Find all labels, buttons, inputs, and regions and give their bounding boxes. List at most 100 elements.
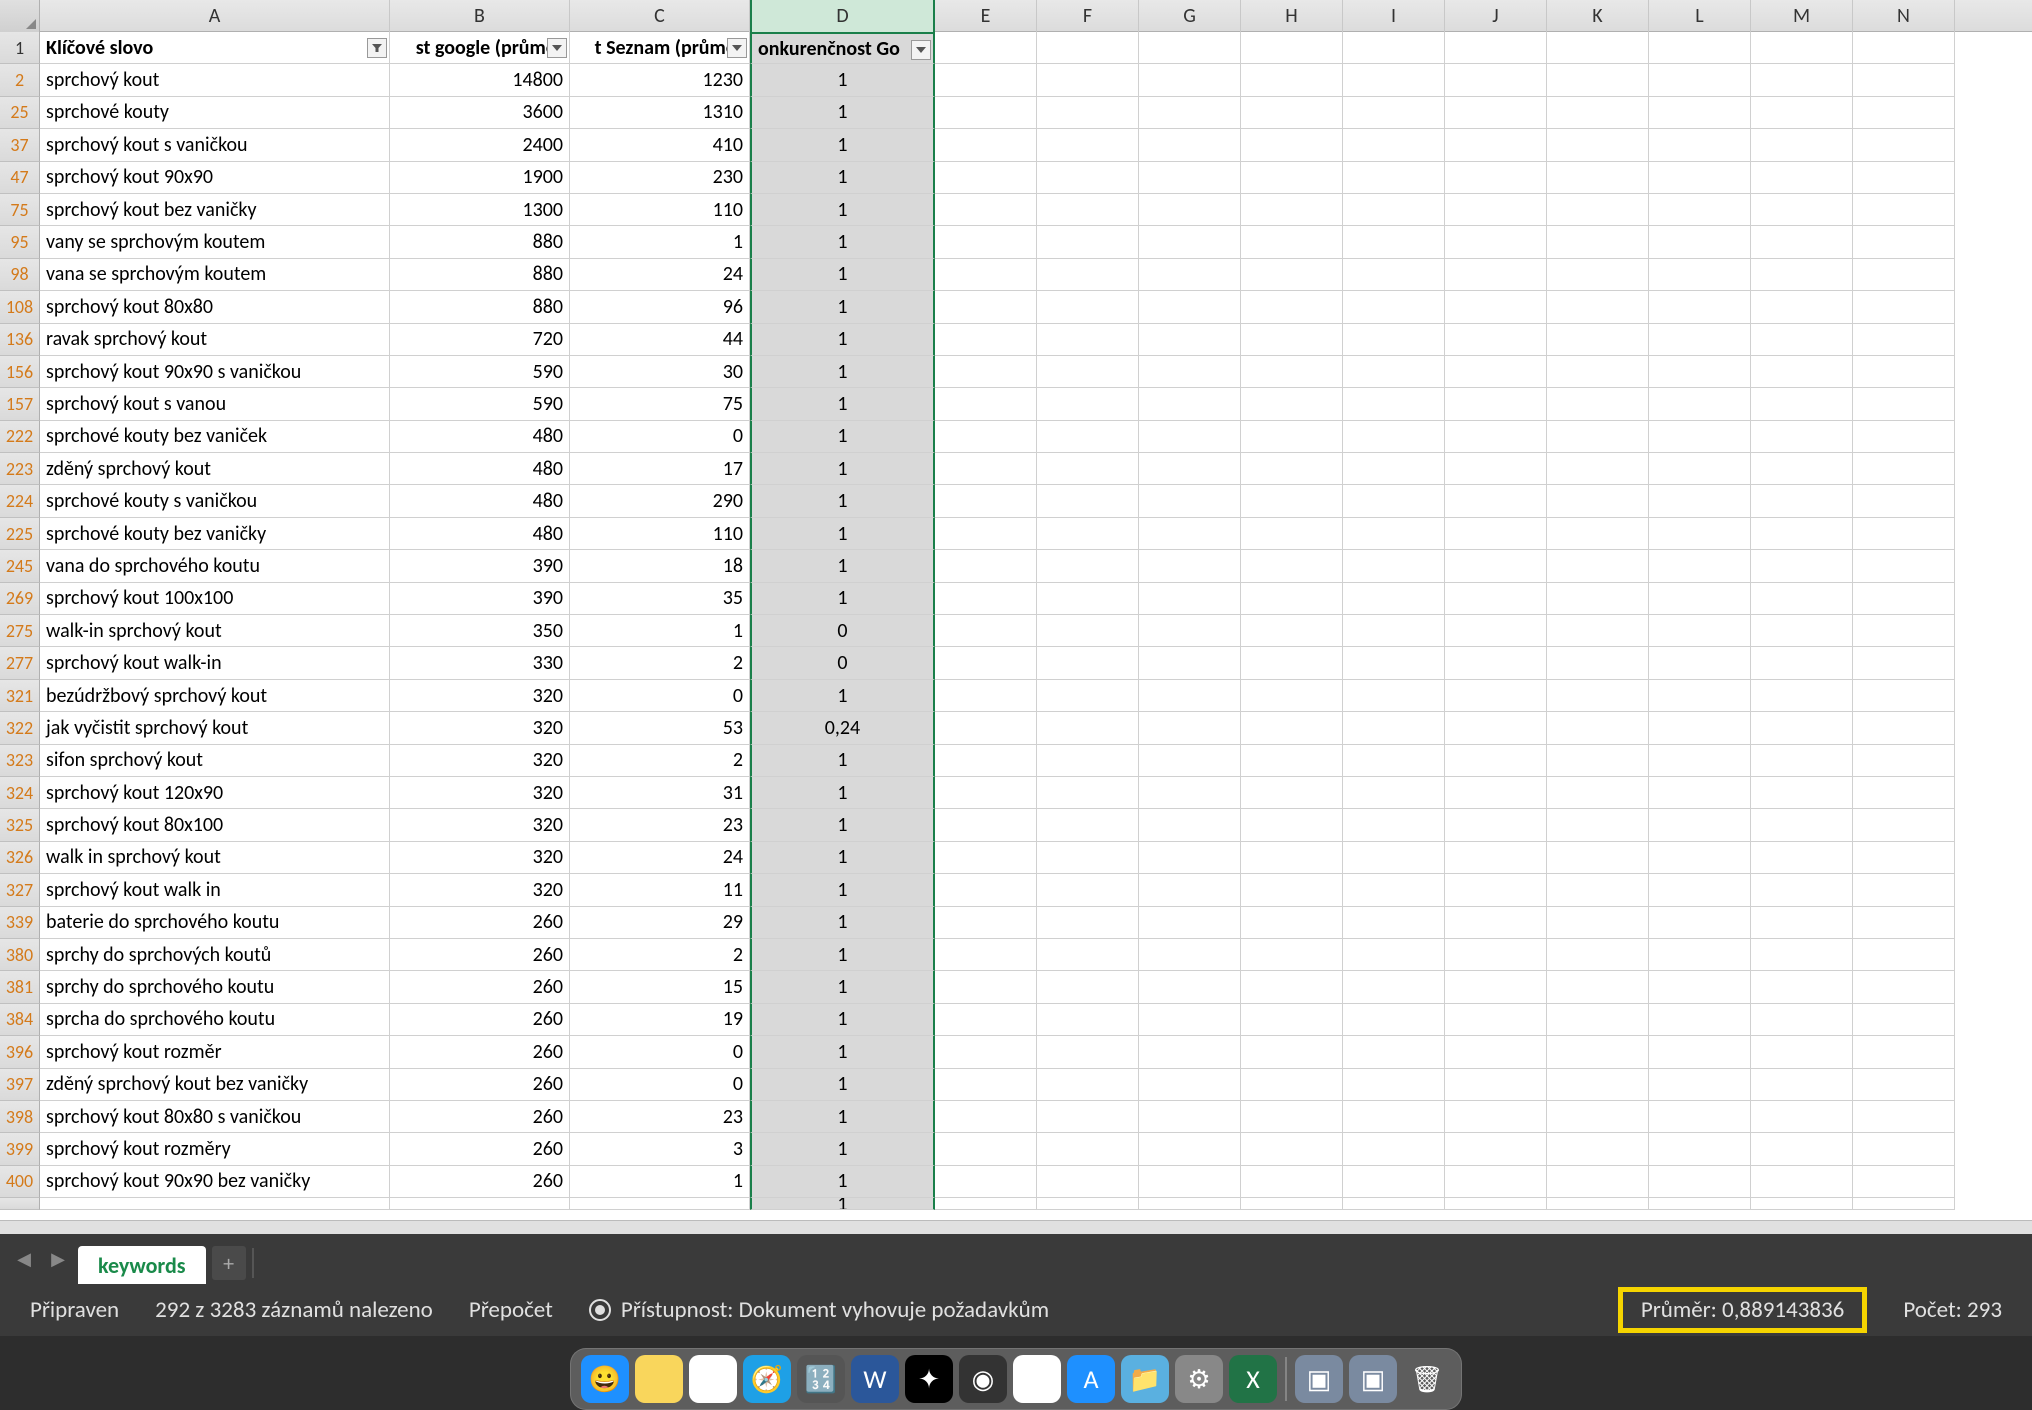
row-header[interactable]: 136 — [0, 324, 40, 356]
cell[interactable] — [1139, 712, 1241, 744]
cell[interactable] — [1139, 194, 1241, 226]
cell[interactable] — [1853, 226, 1955, 258]
cell[interactable] — [1343, 777, 1445, 809]
dock-calculator-icon[interactable]: 🔢 — [797, 1355, 845, 1403]
cell[interactable] — [1751, 615, 1853, 647]
cell[interactable] — [1751, 32, 1853, 64]
cell[interactable] — [1343, 97, 1445, 129]
cell[interactable] — [1343, 1036, 1445, 1068]
cell[interactable] — [1853, 194, 1955, 226]
col-header-l[interactable]: L — [1649, 0, 1751, 32]
cell[interactable]: sprchový kout 120x90 — [40, 777, 390, 809]
cell[interactable] — [1649, 712, 1751, 744]
row-header[interactable]: 156 — [0, 356, 40, 388]
cell[interactable]: 2 — [570, 647, 750, 679]
cell[interactable]: 1 — [750, 356, 935, 388]
cell[interactable] — [1751, 1036, 1853, 1068]
cell[interactable]: sprchové kouty s vaničkou — [40, 485, 390, 517]
cell[interactable] — [1547, 583, 1649, 615]
cell[interactable] — [1445, 324, 1547, 356]
cell[interactable] — [1853, 421, 1955, 453]
cell[interactable]: 1 — [750, 324, 935, 356]
select-all-corner[interactable] — [0, 0, 40, 32]
cell[interactable] — [935, 712, 1037, 744]
cell[interactable]: 18 — [570, 550, 750, 582]
cell[interactable]: sifon sprchový kout — [40, 745, 390, 777]
cell[interactable]: 260 — [390, 1036, 570, 1068]
cell[interactable] — [1751, 1166, 1853, 1198]
cell[interactable] — [1241, 291, 1343, 323]
cell[interactable] — [935, 64, 1037, 96]
filter-button[interactable] — [911, 40, 931, 60]
cell[interactable]: sprchový kout rozměr — [40, 1036, 390, 1068]
cell[interactable] — [1547, 1198, 1649, 1210]
cell[interactable] — [1241, 194, 1343, 226]
cell[interactable] — [1853, 712, 1955, 744]
cell[interactable]: sprchový kout 80x100 — [40, 809, 390, 841]
cell[interactable] — [935, 453, 1037, 485]
cell[interactable] — [1343, 485, 1445, 517]
cell[interactable]: sprchový kout — [40, 64, 390, 96]
cell[interactable] — [1547, 615, 1649, 647]
cell[interactable] — [1139, 485, 1241, 517]
cell[interactable] — [1547, 842, 1649, 874]
cell[interactable] — [1037, 680, 1139, 712]
cell[interactable]: 24 — [570, 842, 750, 874]
cell[interactable]: 30 — [570, 356, 750, 388]
col-header-m[interactable]: M — [1751, 0, 1853, 32]
dock-app4-icon[interactable]: ▣ — [1349, 1355, 1397, 1403]
cell[interactable] — [1649, 64, 1751, 96]
cell[interactable] — [1751, 874, 1853, 906]
cell[interactable] — [1139, 680, 1241, 712]
cell[interactable] — [1037, 129, 1139, 161]
cell[interactable] — [1037, 291, 1139, 323]
col-header-f[interactable]: F — [1037, 0, 1139, 32]
cell[interactable] — [1445, 129, 1547, 161]
cell[interactable] — [1037, 453, 1139, 485]
cell[interactable] — [1343, 64, 1445, 96]
cell[interactable] — [1343, 550, 1445, 582]
cell[interactable] — [1139, 421, 1241, 453]
cell[interactable]: 1 — [750, 1166, 935, 1198]
cell[interactable] — [935, 777, 1037, 809]
cell[interactable] — [935, 324, 1037, 356]
cell[interactable] — [1751, 388, 1853, 420]
cell[interactable] — [1649, 809, 1751, 841]
cell[interactable] — [1547, 809, 1649, 841]
cell[interactable] — [935, 259, 1037, 291]
cell[interactable] — [1037, 1198, 1139, 1210]
cell[interactable] — [1853, 874, 1955, 906]
cell[interactable]: 260 — [390, 907, 570, 939]
cell[interactable] — [1853, 680, 1955, 712]
cell[interactable] — [1037, 550, 1139, 582]
cell[interactable] — [1751, 712, 1853, 744]
cell[interactable] — [1139, 907, 1241, 939]
cell[interactable]: 480 — [390, 518, 570, 550]
cell[interactable] — [935, 971, 1037, 1003]
cell[interactable] — [1139, 453, 1241, 485]
cell[interactable]: walk-in sprchový kout — [40, 615, 390, 647]
cell[interactable]: 2400 — [390, 129, 570, 161]
cell[interactable] — [1139, 647, 1241, 679]
cell[interactable] — [1445, 1036, 1547, 1068]
cell[interactable]: sprchové kouty — [40, 97, 390, 129]
header-cell-seznam[interactable]: t Seznam (průměr — [570, 32, 750, 64]
cell[interactable] — [1445, 64, 1547, 96]
dock-settings-icon[interactable]: ⚙ — [1175, 1355, 1223, 1403]
col-header-i[interactable]: I — [1343, 0, 1445, 32]
cell[interactable] — [1853, 777, 1955, 809]
cell[interactable] — [1139, 1069, 1241, 1101]
row-header[interactable]: 224 — [0, 485, 40, 517]
cell[interactable] — [1649, 1166, 1751, 1198]
col-header-b[interactable]: B — [390, 0, 570, 32]
cell[interactable] — [1139, 32, 1241, 64]
cell[interactable]: 320 — [390, 745, 570, 777]
cell[interactable] — [1649, 1133, 1751, 1165]
cell[interactable]: 590 — [390, 388, 570, 420]
cell[interactable]: 1 — [750, 907, 935, 939]
cell[interactable]: 15 — [570, 971, 750, 1003]
cell[interactable]: 3 — [570, 1133, 750, 1165]
cell[interactable] — [935, 226, 1037, 258]
dock-notes-icon[interactable] — [635, 1355, 683, 1403]
cell[interactable] — [1139, 1133, 1241, 1165]
